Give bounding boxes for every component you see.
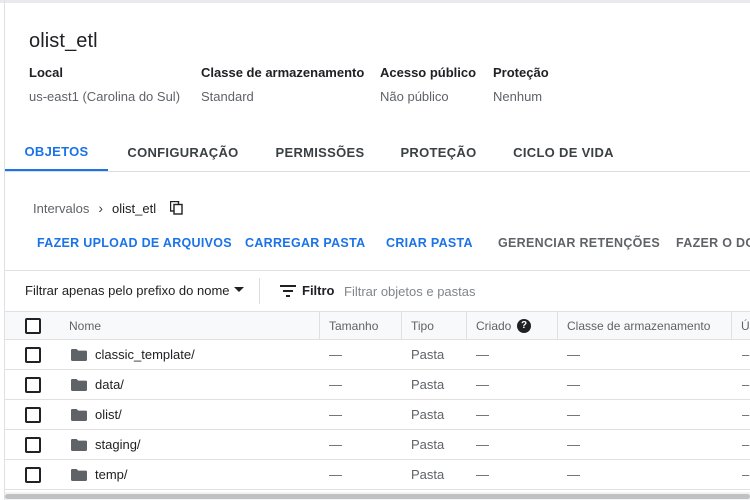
upload-files-button[interactable]: FAZER UPLOAD DE ARQUIVOS	[37, 236, 232, 250]
cell-truncated: –	[742, 377, 750, 392]
chevron-right-icon: ›	[98, 200, 104, 216]
detail-label: Classe de armazenamento	[201, 65, 365, 80]
horizontal-scrollbar-thumb[interactable]	[5, 494, 750, 499]
cell-storage-class: —	[567, 347, 580, 362]
divider	[259, 278, 260, 304]
filter-bar: Filtrar apenas pelo prefixo do nome Filt…	[5, 270, 750, 311]
detail-public-access: Acesso público Não público	[380, 65, 476, 104]
copy-icon[interactable]	[170, 201, 183, 215]
object-name-link[interactable]: classic_template/	[95, 347, 195, 362]
filter-input[interactable]	[344, 280, 644, 302]
cell-type: Pasta	[411, 377, 445, 392]
row-checkbox[interactable]	[25, 437, 41, 453]
cell-type: Pasta	[411, 407, 445, 422]
tab-objects[interactable]: OBJETOS	[5, 133, 108, 171]
detail-label: Proteção	[493, 65, 549, 80]
cell-size: —	[329, 377, 342, 392]
help-circle-icon[interactable]: ?	[517, 319, 531, 333]
cell-size: —	[329, 437, 342, 452]
page-title: olist_etl	[29, 30, 98, 52]
tab-permissions[interactable]: PERMISSÕES	[270, 133, 370, 172]
column-header-created[interactable]: Criado	[476, 319, 511, 333]
breadcrumb-root-link[interactable]: Intervalos	[33, 201, 89, 216]
row-checkbox[interactable]	[25, 407, 41, 423]
top-border	[0, 0, 750, 3]
download-button[interactable]: FAZER O DOW	[676, 236, 750, 250]
column-header-truncated[interactable]: Ú	[741, 319, 750, 333]
cell-truncated: –	[742, 437, 750, 452]
caret-down-icon[interactable]	[234, 287, 244, 292]
cell-type: Pasta	[411, 347, 445, 362]
cell-storage-class: —	[567, 377, 580, 392]
tab-protection[interactable]: PROTEÇÃO	[397, 133, 480, 172]
upload-folder-button[interactable]: CARREGAR PASTA	[245, 236, 365, 250]
tab-bar: OBJETOS CONFIGURAÇÃO PERMISSÕES PROTEÇÃO…	[5, 133, 750, 172]
row-checkbox[interactable]	[25, 467, 41, 483]
cell-type: Pasta	[411, 467, 445, 482]
table-row[interactable]: staging/ — Pasta — — –	[5, 430, 750, 460]
folder-icon	[71, 439, 87, 451]
row-checkbox[interactable]	[25, 347, 41, 363]
folder-icon	[71, 469, 87, 481]
column-header-size[interactable]: Tamanho	[329, 319, 378, 333]
column-header-type[interactable]: Tipo	[411, 319, 434, 333]
table-row[interactable]: classic_template/ — Pasta — — –	[5, 340, 750, 370]
cell-size: —	[329, 407, 342, 422]
cell-created: —	[476, 347, 489, 362]
column-divider[interactable]	[731, 312, 732, 340]
table-row[interactable]: olist/ — Pasta — — –	[5, 400, 750, 430]
cell-truncated: –	[742, 467, 750, 482]
cell-created: —	[476, 407, 489, 422]
detail-value: us-east1 (Carolina do Sul)	[29, 89, 181, 104]
cell-type: Pasta	[411, 437, 445, 452]
folder-icon	[71, 349, 87, 361]
column-header-storage-class[interactable]: Classe de armazenamento	[567, 319, 710, 333]
folder-icon	[71, 409, 87, 421]
row-checkbox[interactable]	[25, 377, 41, 393]
cell-truncated: –	[742, 347, 750, 362]
detail-label: Local	[29, 65, 63, 80]
objects-table: Nome Tamanho Tipo Criado ? Classe de arm…	[5, 311, 750, 490]
column-divider[interactable]	[466, 312, 467, 340]
prefix-filter-select[interactable]: Filtrar apenas pelo prefixo do nome	[25, 283, 230, 298]
cell-truncated: –	[742, 407, 750, 422]
cell-created: —	[476, 467, 489, 482]
detail-storage-class: Classe de armazenamento Standard	[201, 65, 364, 104]
detail-location: Local us-east1 (Carolina do Sul)	[29, 65, 180, 104]
cell-storage-class: —	[567, 437, 580, 452]
column-header-name[interactable]: Nome	[69, 319, 101, 333]
tab-lifecycle[interactable]: CICLO DE VIDA	[512, 133, 615, 172]
cell-storage-class: —	[567, 407, 580, 422]
table-header: Nome Tamanho Tipo Criado ? Classe de arm…	[5, 311, 750, 340]
manage-retention-button[interactable]: GERENCIAR RETENÇÕES	[498, 236, 660, 250]
object-name-link[interactable]: data/	[95, 377, 124, 392]
create-folder-button[interactable]: CRIAR PASTA	[386, 236, 473, 250]
filter-list-icon	[280, 285, 296, 297]
cell-created: —	[476, 437, 489, 452]
cell-size: —	[329, 347, 342, 362]
object-name-link[interactable]: temp/	[95, 467, 128, 482]
cell-storage-class: —	[567, 467, 580, 482]
cell-created: —	[476, 377, 489, 392]
column-divider[interactable]	[319, 312, 320, 340]
cell-size: —	[329, 467, 342, 482]
column-divider[interactable]	[401, 312, 402, 340]
detail-value: Standard	[201, 89, 254, 104]
object-name-link[interactable]: staging/	[95, 437, 141, 452]
breadcrumb-current: olist_etl	[112, 200, 157, 216]
select-all-checkbox[interactable]	[25, 318, 41, 334]
object-name-link[interactable]: olist/	[95, 407, 122, 422]
tab-configuration[interactable]: CONFIGURAÇÃO	[126, 133, 240, 172]
detail-label: Acesso público	[380, 65, 477, 80]
breadcrumb: Intervalos › olist_etl	[33, 199, 156, 217]
column-divider[interactable]	[557, 312, 558, 340]
table-row[interactable]: data/ — Pasta — — –	[5, 370, 750, 400]
table-row[interactable]: temp/ — Pasta — — –	[5, 460, 750, 490]
detail-value: Não público	[380, 89, 449, 104]
detail-protection: Proteção Nenhum	[493, 65, 549, 104]
detail-value: Nenhum	[493, 89, 543, 104]
filter-label: Filtro	[302, 283, 335, 298]
folder-icon	[71, 379, 87, 391]
